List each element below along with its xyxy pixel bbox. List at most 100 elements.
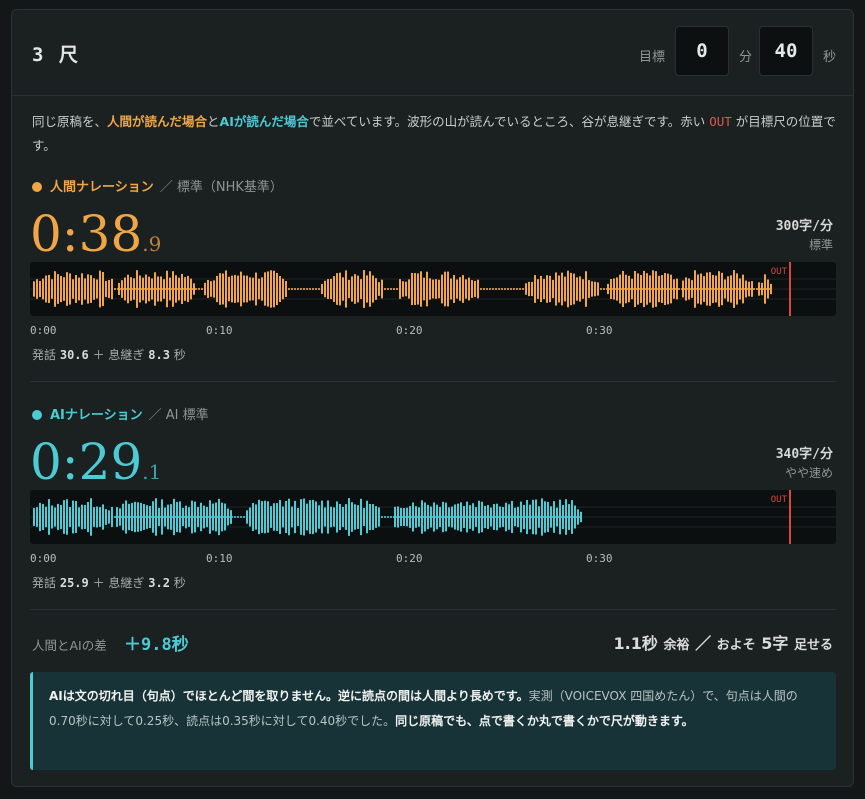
- wave-bar: [149, 505, 151, 529]
- wave-bar: [502, 507, 504, 527]
- wave-bar: [136, 270, 138, 308]
- wave-bar: [628, 275, 630, 303]
- wave-bar: [60, 275, 62, 303]
- wave-bar: [282, 278, 284, 300]
- wave-bar: [649, 275, 651, 303]
- wave-bar: [237, 275, 239, 303]
- wave-bar: [324, 280, 326, 298]
- wave-bar: [764, 274, 766, 304]
- target-label: 目標: [639, 50, 666, 65]
- wave-bar: [228, 276, 230, 302]
- wave-bar: [574, 505, 576, 529]
- wave-bar: [375, 278, 377, 300]
- wave-bar: [688, 278, 690, 300]
- wave-bar: [616, 277, 618, 301]
- wave-bar: [133, 278, 135, 300]
- human-section-header: 人間ナレーション ／ 標準（NHK基準）: [32, 176, 283, 195]
- wave-bar: [48, 499, 50, 535]
- wave-bar: [99, 507, 101, 527]
- speech-label: 発話: [32, 576, 57, 590]
- wave-bar: [360, 279, 362, 299]
- wave-bar: [697, 274, 699, 304]
- wave-bar: [130, 277, 132, 301]
- wave-bar: [718, 271, 720, 307]
- ai-rate-label: やや速め: [784, 466, 833, 480]
- wave-bar: [400, 507, 402, 527]
- wave-bar: [203, 505, 205, 529]
- card-header: 3 尺 目標 0 分 40 秒: [12, 10, 853, 96]
- wave-bar: [472, 503, 474, 531]
- wave-bar: [427, 504, 429, 530]
- wave-bar: [249, 277, 251, 301]
- wave-bar: [541, 498, 543, 536]
- wave-bar: [597, 282, 599, 296]
- wave-bar: [558, 275, 560, 303]
- wave-bar: [568, 504, 570, 530]
- wave-bar: [54, 507, 56, 527]
- section-divider: [30, 609, 836, 610]
- wave-bar: [63, 277, 65, 301]
- wave-bar: [48, 274, 50, 304]
- wave-bar: [182, 507, 184, 527]
- wave-bar: [124, 277, 126, 301]
- wave-bar: [366, 500, 368, 534]
- human-rate-label: 標準: [808, 238, 833, 252]
- wave-bar: [534, 275, 536, 303]
- wave-bar: [336, 501, 338, 533]
- wave-bar: [397, 506, 399, 528]
- wave-bar: [330, 506, 332, 528]
- wave-bar: [562, 504, 564, 530]
- wave-bar: [188, 507, 190, 527]
- wave-bar: [423, 277, 425, 301]
- wave-bar: [742, 274, 744, 304]
- wave-bar: [451, 506, 453, 528]
- wave-bar: [622, 270, 624, 308]
- wave-bar: [399, 279, 401, 299]
- wave-bar: [45, 506, 47, 528]
- wave-bar: [438, 279, 440, 299]
- wave-bar: [145, 274, 147, 304]
- wave-bar: [270, 270, 272, 308]
- wave-bar: [511, 500, 513, 534]
- wave-bar: [643, 270, 645, 308]
- wave-bar: [463, 506, 465, 528]
- wave-bar: [375, 506, 377, 528]
- intro-part: と: [207, 114, 220, 129]
- tick-label: 0:10: [206, 552, 233, 565]
- wave-bar: [78, 277, 80, 301]
- target-minutes-input[interactable]: 0: [675, 26, 729, 76]
- wave-bar: [420, 271, 422, 307]
- wave-bar: [712, 274, 714, 304]
- wave-bar: [222, 273, 224, 305]
- wave-bar: [72, 500, 74, 534]
- wave-bar: [255, 272, 257, 306]
- wave-bar: [432, 279, 434, 299]
- wave-bar: [577, 509, 579, 525]
- timing-card: 3 尺 目標 0 分 40 秒 同じ原稿を、人間が読んだ場合とAIが読んだ場合で…: [11, 9, 854, 787]
- wave-bar: [613, 278, 615, 300]
- wave-bar: [739, 278, 741, 300]
- ai-duration-main: 0:29: [30, 433, 143, 491]
- wave-bar: [441, 274, 443, 304]
- wave-bar: [484, 505, 486, 529]
- wave-bar: [300, 499, 302, 535]
- wave-bar: [703, 276, 705, 302]
- wave-bar: [490, 507, 492, 527]
- wave-bar: [116, 507, 118, 527]
- wave-bar: [270, 506, 272, 528]
- wave-bar: [444, 271, 446, 307]
- wave-bar: [439, 506, 441, 528]
- target-seconds-input[interactable]: 40: [759, 26, 813, 76]
- tick-label: 0:10: [206, 324, 233, 337]
- wave-bar: [418, 507, 420, 527]
- tick-label: 0:30: [586, 324, 613, 337]
- wave-bar: [567, 270, 569, 308]
- human-breath-seconds: 8.3: [148, 348, 170, 362]
- wave-bar: [212, 503, 214, 531]
- wave-bar: [345, 270, 347, 308]
- wave-bar: [258, 499, 260, 535]
- ai-breath-seconds: 3.2: [148, 576, 170, 590]
- ai-duration-frac: .1: [142, 460, 162, 484]
- plus-sign: ＋: [92, 576, 105, 590]
- wave-bar: [457, 503, 459, 531]
